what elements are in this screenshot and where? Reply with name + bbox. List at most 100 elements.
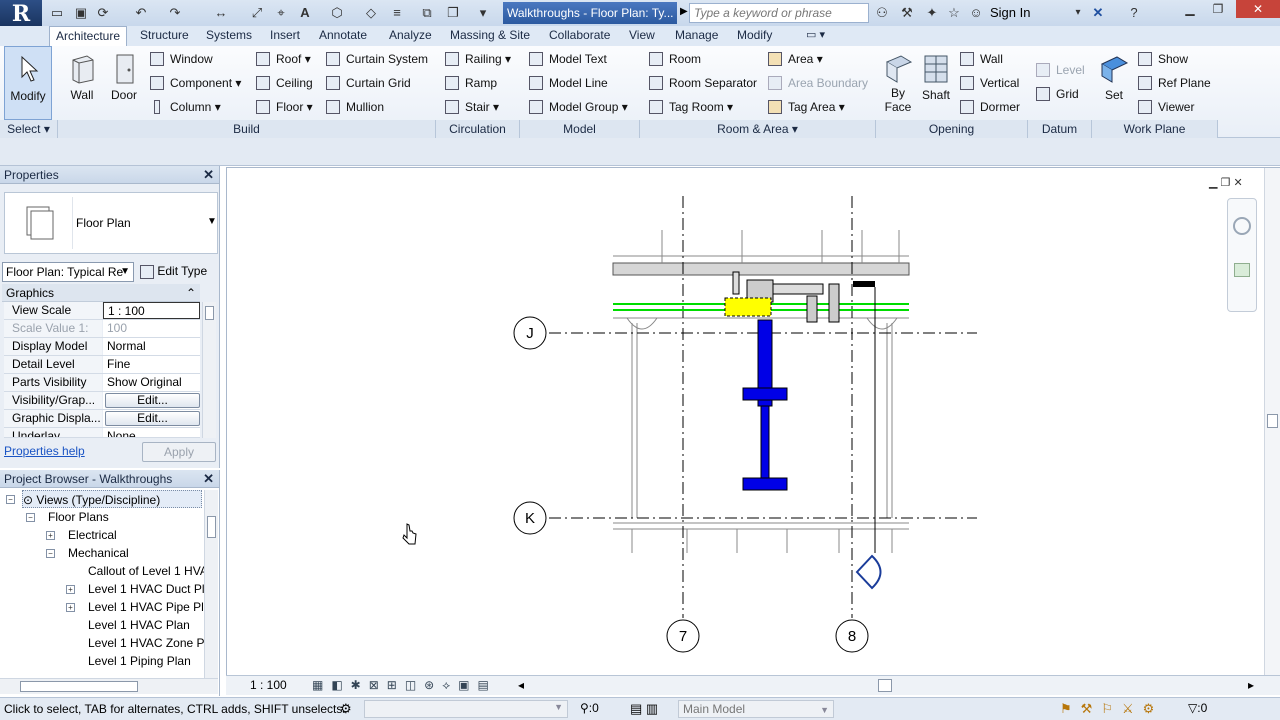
by-face-button[interactable]: By Face — [880, 46, 916, 120]
workset-dropdown[interactable]: ▼ — [364, 700, 568, 718]
curtain-system-button[interactable]: Curtain System — [324, 49, 428, 69]
minimize-icon[interactable]: ▁ — [1176, 0, 1204, 18]
user-icon[interactable]: ☺ — [966, 4, 986, 22]
section-icon[interactable]: ◇ — [362, 4, 380, 22]
scroll-left-icon[interactable]: ◂ — [518, 678, 524, 692]
worksharing-icon[interactable]: ⚙ — [340, 701, 352, 717]
design-option-dropdown[interactable]: Main Model ▼ — [678, 700, 834, 718]
component-button[interactable]: Component ▾ — [148, 73, 241, 93]
view-controls-icons[interactable]: ▦◧✱⊠⊞◫⊛⟡▣▤ — [312, 678, 497, 693]
tab-modify[interactable]: Modify — [731, 26, 778, 46]
expand-toggle[interactable]: + — [66, 585, 75, 594]
browser-vscrollbar[interactable] — [204, 490, 218, 678]
switch-windows-icon[interactable]: ❐ — [444, 4, 462, 22]
tree-item-view[interactable]: Level 1 HVAC Pipe Pla — [88, 598, 204, 616]
edit-visibility-button[interactable]: Edit... — [105, 393, 200, 408]
apply-button[interactable]: Apply — [142, 442, 216, 462]
view-scale-button[interactable]: 1 : 100 — [250, 678, 287, 692]
scroll-thumb[interactable] — [205, 306, 214, 320]
graphics-section-header[interactable]: Graphics ⌃ — [2, 284, 200, 302]
ref-plane-button[interactable]: Ref Plane — [1136, 73, 1211, 93]
room-separator-button[interactable]: Room Separator — [647, 73, 757, 93]
prop-value[interactable]: None — [103, 428, 200, 437]
prop-value[interactable]: 1 : 100 — [103, 302, 200, 319]
tab-architecture[interactable]: Architecture — [49, 26, 128, 46]
tab-structure[interactable]: Structure — [134, 26, 195, 46]
favorites-icon[interactable]: ☆ — [944, 4, 964, 22]
dormer-button[interactable]: Dormer — [958, 97, 1020, 117]
door-button[interactable]: Door — [104, 46, 144, 120]
tree-item-views[interactable]: ⊙ Views (Type/Discipline) — [22, 490, 202, 508]
communication-icon[interactable]: ✦ — [922, 4, 942, 22]
floor-button[interactable]: Floor ▾ — [254, 97, 313, 117]
dimension-icon[interactable]: ⤢ — [248, 4, 266, 22]
grid-button[interactable]: Grid — [1034, 84, 1079, 104]
roof-button[interactable]: Roof ▾ — [254, 49, 311, 69]
search-input[interactable]: Type a keyword or phrase — [689, 3, 869, 23]
set-work-plane-button[interactable]: Set — [1096, 46, 1132, 120]
edit-graphic-display-button[interactable]: Edit... — [105, 411, 200, 426]
viewer-button[interactable]: Viewer — [1136, 97, 1194, 117]
expand-toggle[interactable]: + — [66, 603, 75, 612]
scroll-thumb[interactable] — [1267, 414, 1278, 428]
railing-button[interactable]: Railing ▾ — [443, 49, 511, 69]
scroll-right-icon[interactable]: ▸ — [1248, 678, 1254, 692]
tag-area-button[interactable]: Tag Area ▾ — [766, 97, 845, 117]
sync-icon[interactable]: ⟳ — [94, 4, 112, 22]
browser-hscrollbar[interactable] — [0, 678, 218, 694]
model-text-button[interactable]: Model Text — [527, 49, 607, 69]
exchange-icon[interactable]: ✕ — [1088, 4, 1108, 22]
close-window-icon[interactable]: ✕ — [1236, 0, 1280, 18]
signin-dropdown-icon[interactable]: ▾ — [1068, 4, 1088, 22]
ceiling-button[interactable]: Ceiling — [254, 73, 313, 93]
properties-scrollbar[interactable] — [202, 302, 216, 438]
prop-detail-level[interactable]: Detail Level Fine — [4, 356, 200, 374]
prop-value[interactable]: Normal — [103, 338, 200, 355]
tab-systems[interactable]: Systems — [200, 26, 258, 46]
area-button[interactable]: Area ▾ — [766, 49, 823, 69]
binoculars-icon[interactable]: ⚇ — [872, 4, 892, 22]
close-browser-icon[interactable]: ✕ — [203, 470, 214, 488]
scroll-thumb[interactable] — [20, 681, 138, 692]
prop-underlay[interactable]: Underlay None — [4, 428, 200, 438]
vertical-opening-button[interactable]: Vertical — [958, 73, 1019, 93]
collapse-toggle[interactable]: − — [6, 495, 15, 504]
close-properties-icon[interactable]: ✕ — [203, 166, 214, 184]
column-button[interactable]: Column ▾ — [148, 97, 221, 117]
expand-toggle[interactable]: + — [46, 531, 55, 540]
instance-selector[interactable]: Floor Plan: Typical Re ▼ — [2, 262, 134, 282]
tree-item-view[interactable]: Level 1 HVAC Duct Pla — [88, 580, 204, 598]
model-line-button[interactable]: Model Line — [527, 73, 608, 93]
prop-display-model[interactable]: Display Model Normal — [4, 338, 200, 356]
tree-item-electrical[interactable]: Electrical — [68, 526, 117, 544]
prop-visibility-graphics[interactable]: Visibility/Grap... Edit... — [4, 392, 200, 410]
mullion-button[interactable]: Mullion — [324, 97, 384, 117]
tag-icon[interactable]: ⌖ — [272, 4, 290, 22]
tab-annotate[interactable]: Annotate — [313, 26, 373, 46]
undo-icon[interactable]: ↶ — [132, 4, 150, 22]
scroll-thumb[interactable] — [207, 516, 216, 538]
type-selector[interactable]: Floor Plan ▼ — [4, 192, 218, 254]
tree-item-mechanical[interactable]: Mechanical — [68, 544, 129, 562]
3d-view-icon[interactable]: ⬡ — [328, 4, 346, 22]
wall-button[interactable]: Wall — [62, 46, 102, 120]
tab-view[interactable]: View — [623, 26, 661, 46]
edit-type-button[interactable]: Edit Type — [140, 262, 207, 282]
tab-massing-site[interactable]: Massing & Site — [444, 26, 536, 46]
wall-opening-button[interactable]: Wall — [958, 49, 1003, 69]
collapse-toggle[interactable]: − — [46, 549, 55, 558]
tree-item-view[interactable]: Callout of Level 1 HVA — [88, 562, 204, 580]
modify-button[interactable]: Modify — [4, 46, 52, 120]
redo-icon[interactable]: ↷ — [166, 4, 184, 22]
prop-value[interactable]: Fine — [103, 356, 200, 373]
drawing-canvas[interactable]: ▁ ❐ ✕ J K 7 8 — [226, 167, 1280, 675]
curtain-grid-button[interactable]: Curtain Grid — [324, 73, 411, 93]
design-options-icon[interactable]: ▤ ▥ — [630, 701, 658, 717]
prop-view-scale[interactable]: View Scale 1 : 100 — [4, 302, 200, 320]
subscription-icon[interactable]: ⚒ — [897, 4, 917, 22]
canvas-vscrollbar[interactable] — [1264, 168, 1280, 675]
qat-customize-icon[interactable]: ▾ — [474, 4, 492, 22]
prop-parts-visibility[interactable]: Parts Visibility Show Original — [4, 374, 200, 392]
prop-graphic-display[interactable]: Graphic Displa... Edit... — [4, 410, 200, 428]
ribbon-options-icon[interactable]: ▭ ▾ — [800, 26, 831, 46]
